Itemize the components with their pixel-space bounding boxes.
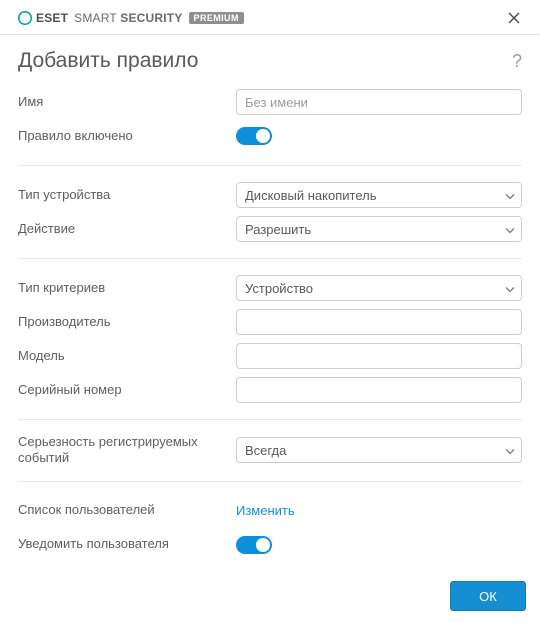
row-user-list: Список пользователей Изменить	[18, 496, 522, 526]
chevron-down-icon	[505, 222, 515, 237]
row-criteria-type: Тип критериев Устройство	[18, 273, 522, 303]
divider-1	[18, 165, 522, 166]
close-button[interactable]	[500, 6, 528, 30]
ok-button[interactable]: ОК	[450, 581, 526, 611]
severity-label: Серьезность регистрируемых событий	[18, 434, 236, 467]
eset-icon	[18, 11, 32, 25]
action-select[interactable]: Разрешить	[236, 216, 522, 242]
premium-badge: PREMIUM	[189, 12, 244, 24]
device-type-value: Дисковый накопитель	[245, 188, 377, 203]
row-notify-user: Уведомить пользователя	[18, 530, 522, 560]
brand-logo: eset	[18, 11, 68, 25]
action-label: Действие	[18, 221, 236, 237]
chevron-down-icon	[505, 188, 515, 203]
chevron-down-icon	[505, 281, 515, 296]
row-severity: Серьезность регистрируемых событий Всегд…	[18, 434, 522, 467]
row-enabled: Правило включено	[18, 121, 522, 151]
user-list-label: Список пользователей	[18, 502, 236, 518]
device-type-select[interactable]: Дисковый накопитель	[236, 182, 522, 208]
severity-value: Всегда	[245, 443, 286, 458]
heading-row: Добавить правило ?	[18, 49, 522, 73]
model-label: Модель	[18, 348, 236, 364]
name-label: Имя	[18, 94, 236, 110]
chevron-down-icon	[505, 443, 515, 458]
device-type-label: Тип устройства	[18, 187, 236, 203]
serial-label: Серийный номер	[18, 382, 236, 398]
vendor-label: Производитель	[18, 314, 236, 330]
criteria-type-label: Тип критериев	[18, 280, 236, 296]
row-model: Модель	[18, 341, 522, 371]
help-button[interactable]: ?	[512, 51, 522, 72]
divider-3	[18, 419, 522, 420]
row-device-type: Тип устройства Дисковый накопитель	[18, 180, 522, 210]
row-serial: Серийный номер	[18, 375, 522, 405]
criteria-type-value: Устройство	[245, 281, 313, 296]
brand-product: SMART SECURITY	[74, 11, 182, 25]
name-input[interactable]	[236, 89, 522, 115]
brand-product-light: SMART	[74, 11, 120, 25]
brand-product-bold: SECURITY	[120, 11, 182, 25]
serial-input[interactable]	[236, 377, 522, 403]
notify-user-toggle[interactable]	[236, 536, 272, 554]
close-icon	[508, 12, 520, 24]
enabled-toggle[interactable]	[236, 127, 272, 145]
severity-select[interactable]: Всегда	[236, 437, 522, 463]
brand: eset SMART SECURITY PREMIUM	[18, 11, 244, 25]
model-input[interactable]	[236, 343, 522, 369]
divider-2	[18, 258, 522, 259]
notify-user-label: Уведомить пользователя	[18, 536, 236, 552]
content-area: Добавить правило ? Имя Правило включено …	[0, 35, 540, 625]
row-vendor: Производитель	[18, 307, 522, 337]
toggle-knob	[256, 538, 270, 552]
criteria-type-select[interactable]: Устройство	[236, 275, 522, 301]
toggle-knob	[256, 129, 270, 143]
divider-4	[18, 481, 522, 482]
brand-name: eset	[36, 11, 68, 25]
footer: ОК	[0, 571, 540, 625]
vendor-input[interactable]	[236, 309, 522, 335]
titlebar: eset SMART SECURITY PREMIUM	[0, 0, 540, 34]
row-name: Имя	[18, 87, 522, 117]
row-action: Действие Разрешить	[18, 214, 522, 244]
action-value: Разрешить	[245, 222, 311, 237]
enabled-label: Правило включено	[18, 128, 236, 144]
user-list-edit-link[interactable]: Изменить	[236, 503, 295, 518]
page-title: Добавить правило	[18, 49, 198, 73]
dialog-window: eset SMART SECURITY PREMIUM Добавить пра…	[0, 0, 540, 625]
